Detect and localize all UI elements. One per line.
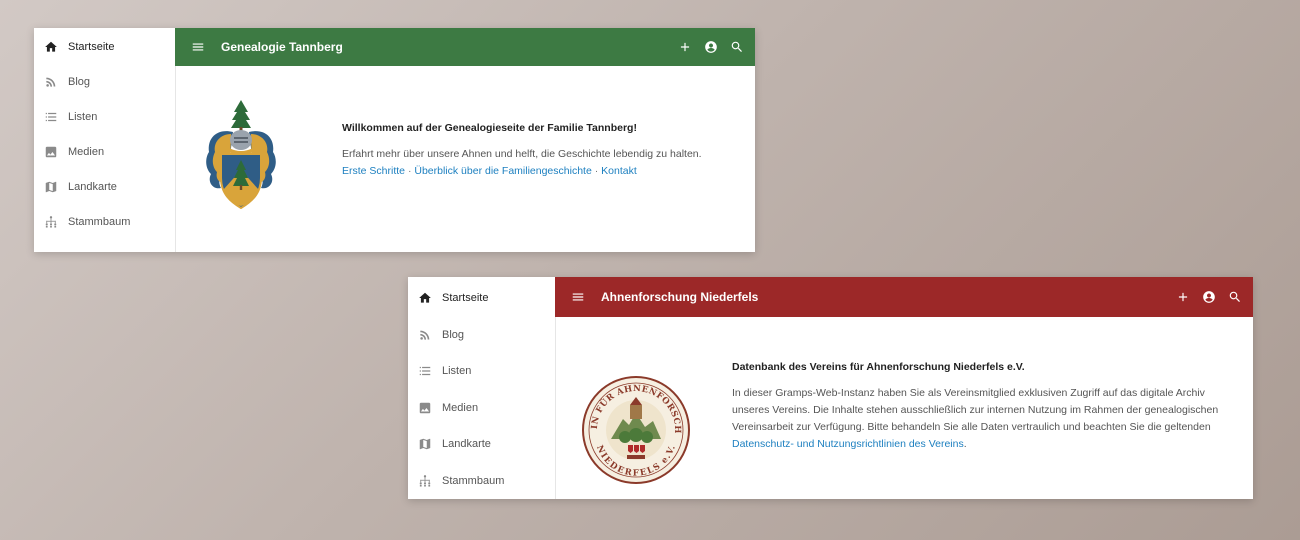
search-icon[interactable] <box>729 39 745 55</box>
intro-text: Datenbank des Vereins für Ahnenforschung… <box>732 361 1242 453</box>
family-tree-icon <box>418 474 432 488</box>
intro-heading: Datenbank des Vereins für Ahnenforschung… <box>732 361 1025 373</box>
link-separator: · <box>405 165 415 177</box>
sidebar-item-blog[interactable]: Blog <box>34 64 175 99</box>
sidebar-item-label: Listen <box>68 110 98 123</box>
sidebar: Startseite Blog Listen Medien Landkarte … <box>408 277 556 499</box>
app-bar: Ahnenforschung Niederfels <box>555 277 1253 317</box>
sidebar-item-stammbaum[interactable]: Stammbaum <box>34 204 175 239</box>
main-content: VEREIN FÜR AHNENFORSCHUNG NIEDERFELS e.V… <box>555 317 1253 499</box>
sidebar-item-startseite[interactable]: Startseite <box>34 29 175 64</box>
sidebar-item-label: Landkarte <box>68 180 117 193</box>
home-icon <box>44 40 58 54</box>
niederfels-window: Startseite Blog Listen Medien Landkarte … <box>408 277 1253 499</box>
welcome-text: Willkommen auf der Genealogieseite der F… <box>342 122 755 180</box>
welcome-heading: Willkommen auf der Genealogieseite der F… <box>342 122 637 134</box>
sidebar-item-label: Stammbaum <box>68 215 131 228</box>
association-seal-logo: VEREIN FÜR AHNENFORSCHUNG NIEDERFELS e.V… <box>581 375 690 484</box>
link-familiengeschichte[interactable]: Überblick über die Familiengeschichte <box>414 165 591 177</box>
rss-icon <box>44 75 58 89</box>
welcome-paragraph: Erfahrt mehr über unsere Ahnen und helft… <box>342 148 702 160</box>
list-icon <box>44 110 58 124</box>
sidebar-item-label: Medien <box>442 401 479 414</box>
coat-of-arms-logo <box>206 100 276 210</box>
app-title: Ahnenforschung Niederfels <box>601 290 759 304</box>
sidebar-item-label: Startseite <box>442 292 489 305</box>
app-title: Genealogie Tannberg <box>221 40 343 54</box>
account-icon[interactable] <box>703 39 719 55</box>
sidebar-item-listen[interactable]: Listen <box>408 353 555 390</box>
sidebar-item-label: Medien <box>68 145 105 158</box>
home-icon <box>418 291 432 305</box>
sidebar-item-startseite[interactable]: Startseite <box>408 280 555 317</box>
intro-paragraph-end: . <box>963 438 967 450</box>
sidebar-item-label: Landkarte <box>442 438 491 451</box>
sidebar-item-label: Stammbaum <box>442 474 505 487</box>
app-bar: Genealogie Tannberg <box>175 28 755 66</box>
add-icon[interactable] <box>677 39 693 55</box>
link-separator: · <box>591 165 602 177</box>
image-icon <box>44 145 58 159</box>
sidebar: Startseite Blog Listen Medien Landkarte … <box>34 28 176 252</box>
sidebar-item-label: Blog <box>442 328 465 341</box>
sidebar-item-landkarte[interactable]: Landkarte <box>408 426 555 463</box>
link-kontakt[interactable]: Kontakt <box>601 165 637 177</box>
map-icon <box>44 180 58 194</box>
link-datenschutz[interactable]: Datenschutz- und Nutzungsrichtlinien des… <box>732 438 964 450</box>
sidebar-item-stammbaum[interactable]: Stammbaum <box>408 463 555 500</box>
add-icon[interactable] <box>1175 289 1191 305</box>
image-icon <box>418 401 432 415</box>
sidebar-item-blog[interactable]: Blog <box>408 317 555 354</box>
sidebar-item-label: Blog <box>68 75 91 88</box>
sidebar-item-label: Listen <box>442 365 472 378</box>
search-icon[interactable] <box>1227 289 1243 305</box>
family-tree-icon <box>44 215 58 229</box>
sidebar-item-landkarte[interactable]: Landkarte <box>34 169 175 204</box>
menu-icon[interactable] <box>571 290 585 304</box>
map-icon <box>418 437 432 451</box>
tannberg-window: Startseite Blog Listen Medien Landkarte … <box>34 28 755 252</box>
sidebar-item-medien[interactable]: Medien <box>408 390 555 427</box>
sidebar-item-listen[interactable]: Listen <box>34 99 175 134</box>
sidebar-item-label: Startseite <box>68 40 115 53</box>
account-icon[interactable] <box>1201 289 1217 305</box>
list-icon <box>418 364 432 378</box>
rss-icon <box>418 328 432 342</box>
menu-icon[interactable] <box>191 40 205 54</box>
link-erste-schritte[interactable]: Erste Schritte <box>342 165 405 177</box>
main-content: Willkommen auf der Genealogieseite der F… <box>175 66 755 252</box>
intro-paragraph: In dieser Gramps-Web-Instanz haben Sie a… <box>732 387 1219 433</box>
sidebar-item-medien[interactable]: Medien <box>34 134 175 169</box>
